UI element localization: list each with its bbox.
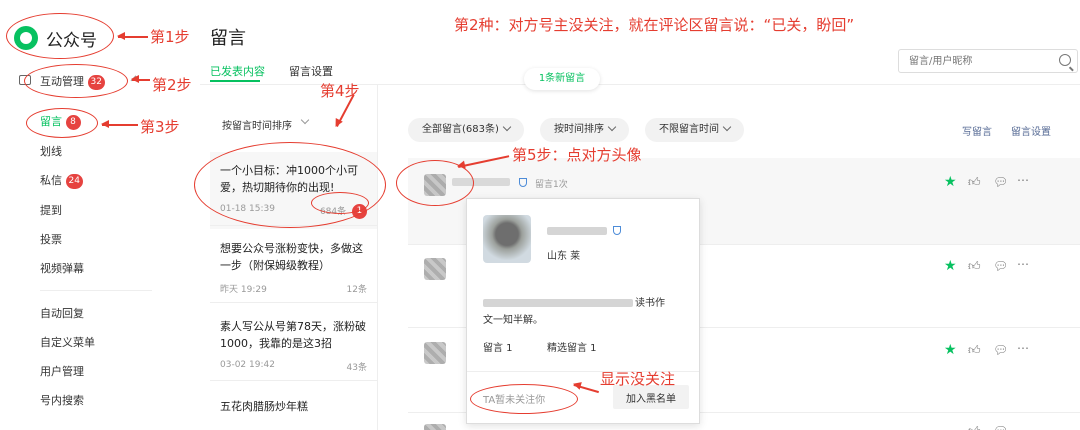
annotation-step-2: 第2步 bbox=[152, 76, 192, 94]
star-icon[interactable]: ★ bbox=[944, 175, 957, 189]
more-icon[interactable]: ⋯ bbox=[1017, 341, 1029, 355]
search-box bbox=[898, 49, 1078, 73]
reply-icon[interactable]: 💬︎ bbox=[993, 424, 1008, 430]
annotation-arrow-3 bbox=[101, 121, 138, 127]
article-meta: 昨天 19:29 12条 bbox=[220, 282, 367, 295]
column-divider bbox=[377, 84, 378, 430]
bio-tail: 读书作 bbox=[635, 298, 665, 309]
sidebar-item-label: 私信 bbox=[40, 174, 62, 187]
sidebar-item-auto-reply[interactable]: 自动回复 bbox=[40, 305, 84, 321]
article-meta: 03-02 19:42 43条 bbox=[220, 360, 367, 373]
tab-comment-settings[interactable]: 留言设置 bbox=[289, 63, 333, 79]
write-comment-link[interactable]: 写留言 bbox=[962, 123, 992, 138]
annotation-ring-avatar bbox=[396, 160, 474, 206]
annotation-ring-article bbox=[194, 142, 386, 228]
filter-all-comments[interactable]: 全部留言(683条) bbox=[408, 118, 524, 142]
profile-region: 山东 莱 bbox=[547, 251, 581, 262]
sidebar-item-badge: 24 bbox=[65, 173, 83, 189]
article-item[interactable]: 素人写公从号第78天，涨粉破1000，我靠的是这3招 03-02 19:42 4… bbox=[210, 308, 377, 383]
sidebar-item-underline[interactable]: 划线 bbox=[40, 143, 62, 159]
profile-avatar bbox=[483, 215, 531, 263]
annotation-ring-status bbox=[470, 384, 578, 414]
comment-settings-link[interactable]: 留言设置 bbox=[1011, 123, 1051, 138]
annotation-ring-count bbox=[311, 192, 369, 214]
content-tabs: 已发表内容 留言设置 bbox=[210, 63, 333, 79]
annotation-step-3: 第3步 bbox=[140, 118, 180, 136]
annotation-step-4: 第4步 bbox=[320, 82, 360, 100]
search-icon[interactable] bbox=[1059, 54, 1071, 66]
annotation-arrow-2 bbox=[131, 76, 150, 82]
sidebar-item-mentions[interactable]: 提到 bbox=[40, 202, 62, 218]
stat-comments: 留言 1 bbox=[483, 343, 513, 354]
commenter-avatar[interactable] bbox=[424, 258, 446, 280]
filter-time-range[interactable]: 不限留言时间 bbox=[645, 118, 744, 142]
article-title: 想要公众号涨粉变快，多做这一步（附保姆级教程） bbox=[220, 242, 363, 272]
article-sort-dropdown[interactable]: 按留言时间排序 bbox=[222, 117, 292, 132]
article-comment-count: 43条 bbox=[346, 363, 367, 373]
article-title: 素人写公从号第78天，涨粉破1000，我靠的是这3招 bbox=[220, 320, 366, 350]
thumbs-up-icon[interactable]: 👍︎ bbox=[968, 175, 981, 189]
sidebar-item-in-account-search[interactable]: 号内搜索 bbox=[40, 392, 84, 408]
sidebar-item-messages[interactable]: 私信 24 bbox=[40, 172, 83, 189]
more-icon[interactable]: ⋯ bbox=[1017, 173, 1029, 187]
search-input[interactable] bbox=[899, 50, 1049, 72]
tab-published[interactable]: 已发表内容 bbox=[210, 63, 265, 79]
annotation-step-5: 第5步：点对方头像 bbox=[512, 146, 642, 164]
comment-count-meta: 留言1次 bbox=[535, 180, 568, 190]
annotation-ring-interaction bbox=[24, 64, 128, 98]
article-date: 03-02 19:42 bbox=[220, 360, 275, 370]
star-icon[interactable]: ★ bbox=[944, 259, 957, 273]
new-comment-pill[interactable]: 1条新留言 bbox=[524, 68, 600, 90]
thumbs-up-icon[interactable]: 👍︎ bbox=[968, 424, 981, 430]
stat-featured: 精选留言 1 bbox=[547, 343, 597, 354]
thumbs-up-icon[interactable]: 👍︎ bbox=[968, 343, 981, 357]
sidebar-item-votes[interactable]: 投票 bbox=[40, 231, 62, 247]
article-divider bbox=[210, 380, 377, 381]
shield-icon bbox=[613, 226, 621, 235]
annotation-arrow-1 bbox=[117, 33, 148, 39]
profile-name-blurred bbox=[547, 227, 607, 235]
profile-bio: 读书作 文一知半解。 bbox=[483, 295, 687, 329]
star-icon[interactable]: ★ bbox=[944, 343, 957, 357]
annotation-ring-comments bbox=[26, 108, 98, 138]
bio-line-2: 文一知半解。 bbox=[483, 315, 543, 326]
thumbs-up-icon[interactable]: 👍︎ bbox=[968, 259, 981, 273]
article-comment-count: 12条 bbox=[346, 285, 367, 295]
more-icon[interactable]: ⋯ bbox=[1017, 257, 1029, 271]
reply-icon[interactable]: 💬︎ bbox=[993, 175, 1008, 189]
active-tab-indicator bbox=[210, 80, 260, 82]
article-divider bbox=[210, 302, 377, 303]
article-date: 昨天 19:29 bbox=[220, 285, 267, 295]
commenter-avatar[interactable] bbox=[424, 424, 446, 430]
reply-icon[interactable]: 💬︎ bbox=[993, 343, 1008, 357]
sidebar-item-custom-menu[interactable]: 自定义菜单 bbox=[40, 334, 95, 350]
shield-icon bbox=[519, 178, 527, 187]
filter-sort-time[interactable]: 按时间排序 bbox=[540, 118, 629, 142]
commenter-avatar[interactable] bbox=[424, 342, 446, 364]
reply-icon[interactable]: 💬︎ bbox=[993, 259, 1008, 273]
annotation-not-following: 显示没关注 bbox=[600, 370, 676, 388]
chevron-down-icon bbox=[300, 115, 310, 125]
annotation-step-1: 第1步 bbox=[150, 28, 190, 46]
article-item[interactable]: 五花肉腊肠炒年糕 bbox=[210, 388, 377, 425]
sidebar-item-user-management[interactable]: 用户管理 bbox=[40, 363, 84, 379]
page-title: 留言 bbox=[210, 28, 246, 49]
annotation-ring-logo bbox=[6, 13, 114, 59]
sidebar-item-video-danmaku[interactable]: 视频弹幕 bbox=[40, 260, 84, 276]
article-item[interactable]: 想要公众号涨粉变快，多做这一步（附保姆级教程） 昨天 19:29 12条 bbox=[210, 230, 377, 305]
article-title: 五花肉腊肠炒年糕 bbox=[220, 400, 308, 413]
annotation-method-2: 第2种：对方号主没关注，就在评论区留言说：“已关，盼回” bbox=[454, 16, 855, 34]
sidebar-divider bbox=[40, 290, 152, 291]
